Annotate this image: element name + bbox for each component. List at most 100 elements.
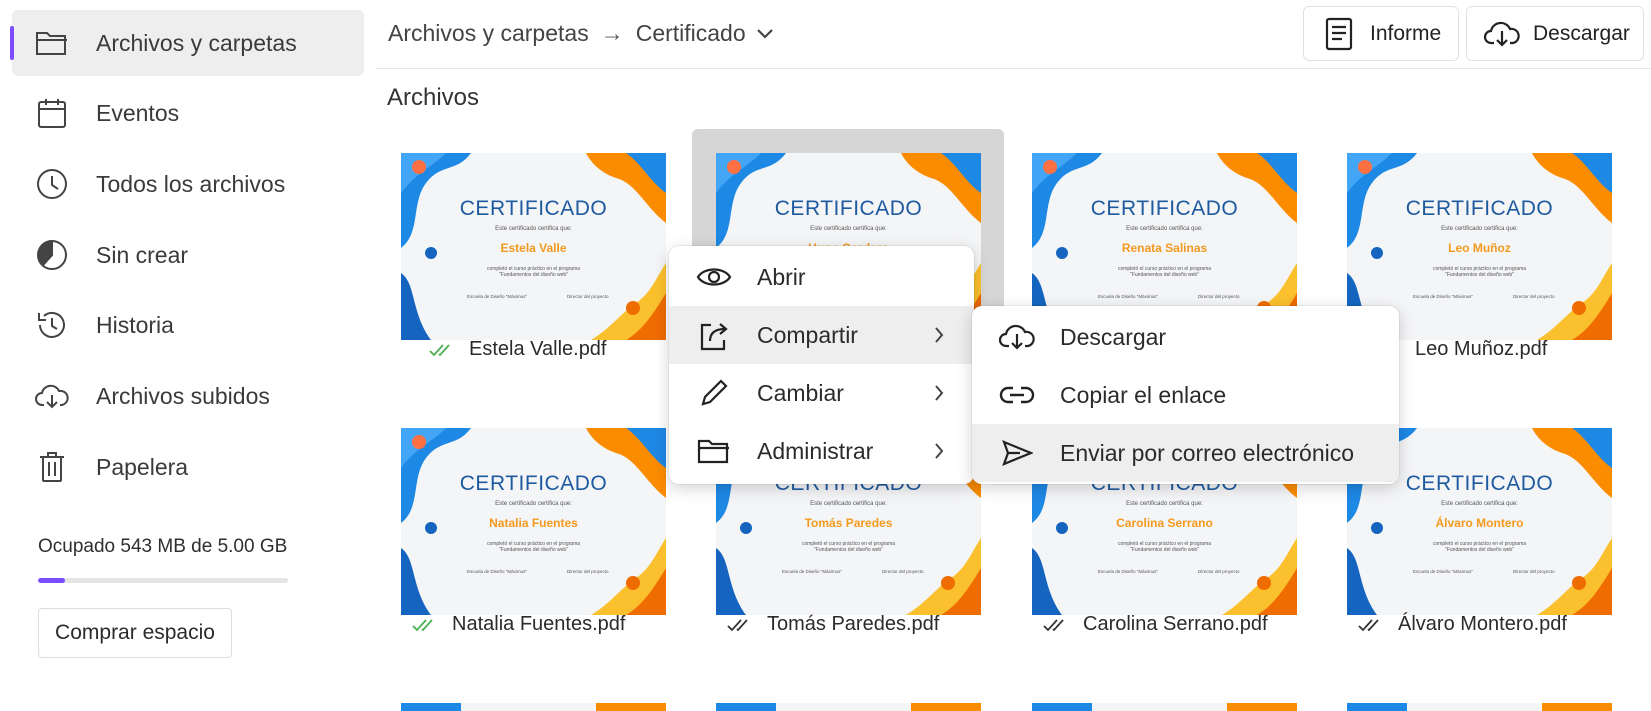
file-name: Tomás Paredes.pdf [767,613,940,635]
menu-item-label: Administrar [757,437,874,464]
file-thumbnail[interactable] [401,703,666,711]
context-menu: Abrir Compartir Cambiar Administrar [669,246,974,484]
sidebar-item-label: Papelera [96,453,189,480]
certificate-recipient: Carolina Serrano [1116,516,1213,530]
sidebar-item-history[interactable]: Historia [12,292,364,358]
certificate-signer-left: Escuela de Diseño "Máximus" [1098,294,1158,299]
breadcrumb: Archivos y carpetas → Certificado [388,20,774,47]
sidebar-item-trash[interactable]: Papelera [12,434,364,500]
calendar-icon [34,95,70,131]
file-caption[interactable]: Álvaro Montero.pdf [1358,613,1567,636]
certificate-recipient: Álvaro Montero [1435,516,1524,530]
certificate-signer-left: Escuela de Diseño "Máximus" [1413,569,1473,574]
certificate-title: CERTIFICADO [459,472,608,495]
pencil-icon [695,374,733,412]
menu-item-manage[interactable]: Administrar [669,422,974,480]
certificate-title: CERTIFICADO [774,197,923,220]
trash-icon [34,449,70,485]
chevron-right-icon [934,326,944,344]
certificate-body-line2: "Fundamentos del diseño web" [1130,272,1199,278]
certificate-signer-left: Escuela de Diseño "Máximus" [1413,294,1473,299]
sidebar-item-label: Todos los archivos [96,170,286,197]
certificate-recipient: Renata Salinas [1121,241,1208,255]
report-button[interactable]: Informe [1303,6,1459,61]
certificate-signer-right: Director del proyecto [882,569,924,574]
file-caption[interactable]: Carolina Serrano.pdf [1043,613,1268,636]
file-name: Álvaro Montero.pdf [1398,613,1567,635]
file-caption[interactable]: Natalia Fuentes.pdf [412,613,625,636]
report-label: Informe [1370,21,1442,45]
certificate-recipient: Leo Muñoz [1448,241,1511,255]
storage-usage-text: Ocupado 543 MB de 5.00 GB [38,536,288,557]
sidebar-item-label: Archivos subidos [96,382,270,409]
file-caption[interactable]: Estela Valle.pdf [429,338,607,361]
certificate-body-line2: "Fundamentos del diseño web" [1445,272,1514,278]
storage-progress-fill [38,578,65,583]
breadcrumb-separator: → [600,20,624,46]
share-submenu: Descargar Copiar el enlace Enviar por co… [972,306,1399,484]
certificate-title: CERTIFICADO [1405,197,1554,220]
certificate-body-line2: "Fundamentos del diseño web" [1445,547,1514,553]
file-name: Carolina Serrano.pdf [1083,613,1268,635]
double-check-icon [412,618,438,632]
header: Archivos y carpetas → Certificado Inform… [375,0,1651,69]
certificate-subtitle: Este certificado certifica que: [1441,226,1518,232]
certificate-signer-right: Director del proyecto [1198,569,1240,574]
menu-item-change[interactable]: Cambiar [669,364,974,422]
sidebar-item-label: Archivos y carpetas [96,29,297,56]
certificate-subtitle: Este certificado certifica que: [495,226,572,232]
sidebar: Archivos y carpetas Eventos Todos los ar… [0,0,370,711]
menu-item-label: Compartir [757,321,858,348]
file-caption[interactable]: Leo Muñoz.pdf [1375,338,1547,361]
file-thumbnail[interactable] [716,703,981,711]
sidebar-item-label: Sin crear [96,241,189,268]
file-thumbnail[interactable] [1347,703,1612,711]
submenu-item-send-email[interactable]: Enviar por correo electrónico [972,424,1399,482]
double-check-icon [1358,618,1384,632]
breadcrumb-root[interactable]: Archivos y carpetas [388,20,589,47]
storage-progress-bar [38,578,288,583]
sidebar-item-events[interactable]: Eventos [12,80,364,146]
menu-item-share[interactable]: Compartir [669,306,974,364]
file-name: Natalia Fuentes.pdf [452,613,626,635]
certificate-recipient: Natalia Fuentes [489,516,578,530]
sidebar-item-files-folders[interactable]: Archivos y carpetas [10,10,364,76]
menu-item-open[interactable]: Abrir [669,248,974,306]
double-check-icon [727,618,753,632]
sidebar-item-not-created[interactable]: Sin crear [12,222,364,288]
eye-icon [695,258,733,296]
certificate-subtitle: Este certificado certifica que: [810,501,887,507]
link-icon [998,376,1036,414]
certificate-subtitle: Este certificado certifica que: [1126,226,1203,232]
submenu-item-label: Enviar por correo electrónico [1060,439,1355,466]
certificate-subtitle: Este certificado certifica que: [810,226,887,232]
certificate-subtitle: Este certificado certifica que: [1126,501,1203,507]
sidebar-item-label: Eventos [96,99,180,126]
menu-item-label: Abrir [757,263,806,290]
certificate-body-line2: "Fundamentos del diseño web" [814,547,883,553]
chevron-down-icon[interactable] [756,28,774,40]
certificate-recipient: Tomás Paredes [804,516,893,530]
menu-item-label: Cambiar [757,379,844,406]
certificate-body-line2: "Fundamentos del diseño web" [499,547,568,553]
file-thumbnail[interactable] [1032,703,1297,711]
submenu-item-download[interactable]: Descargar [972,308,1399,366]
history-icon [34,307,70,343]
buy-space-button[interactable]: Comprar espacio [38,608,232,658]
sidebar-item-uploaded[interactable]: Archivos subidos [12,363,364,429]
download-button[interactable]: Descargar [1466,6,1644,61]
file-thumbnail[interactable]: CERTIFICADO Este certificado certifica qu… [401,153,666,340]
clock-icon [34,166,70,202]
report-icon [1320,15,1358,53]
file-caption[interactable]: Tomás Paredes.pdf [727,613,939,636]
breadcrumb-current[interactable]: Certificado [636,20,746,47]
file-thumbnail[interactable]: CERTIFICADO Este certificado certifica qu… [401,428,666,615]
certificate-body-line2: "Fundamentos del diseño web" [499,272,568,278]
chevron-right-icon [934,442,944,460]
certificate-body-line2: "Fundamentos del diseño web" [1130,547,1199,553]
double-check-icon [429,343,455,357]
cloud-upload-icon [34,378,70,414]
submenu-item-copy-link[interactable]: Copiar el enlace [972,366,1399,424]
certificate-signer-left: Escuela de Diseño "Máximus" [1098,569,1158,574]
sidebar-item-all-files[interactable]: Todos los archivos [12,151,364,217]
